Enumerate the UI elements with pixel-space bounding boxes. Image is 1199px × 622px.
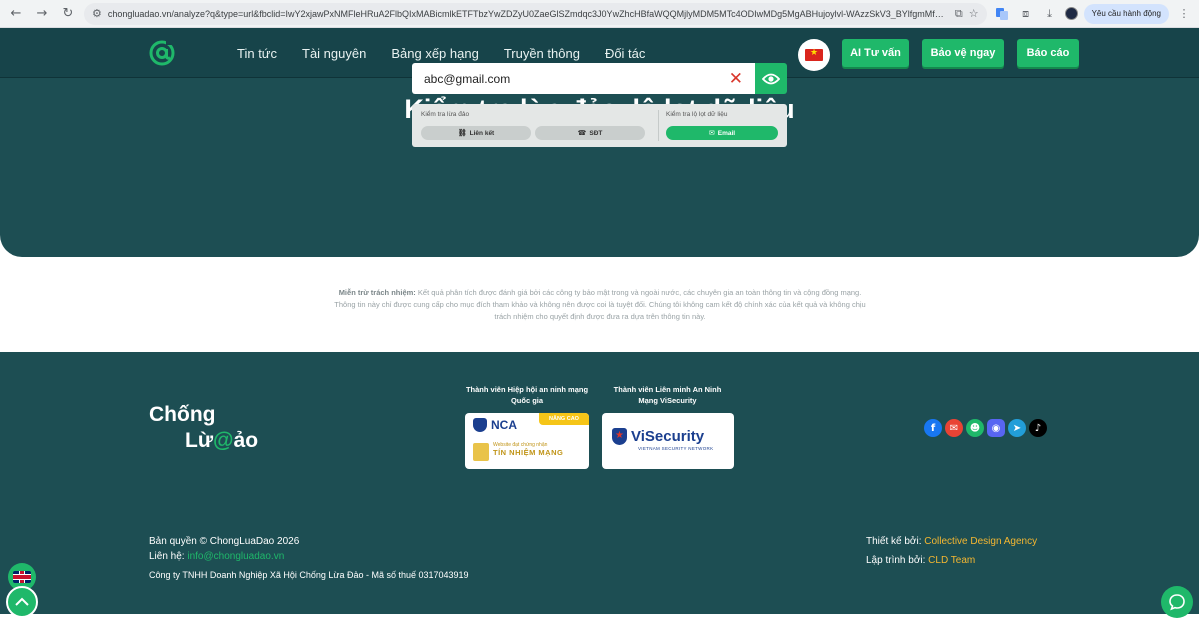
ai-advisor-button[interactable]: AI Tư vấn xyxy=(842,39,909,67)
member-visecurity-label: Thành viên Liên minh An Ninh Mạng ViSecu… xyxy=(613,385,722,405)
menu-item-partners[interactable]: Đối tác xyxy=(605,46,645,61)
dev-credit: Lập trình bởi: CLD Team xyxy=(866,555,976,566)
eye-icon xyxy=(762,73,780,84)
uk-flag-icon xyxy=(13,571,31,583)
menu-item-resources[interactable]: Tài nguyên xyxy=(302,46,366,61)
option-link-button[interactable]: ⛓ Liên kết xyxy=(421,126,531,140)
vietnam-flag-icon xyxy=(805,48,823,61)
logo-at-icon[interactable] xyxy=(149,39,177,67)
chevron-up-icon xyxy=(15,597,29,606)
chat-button[interactable] xyxy=(1161,586,1193,618)
phone-icon: ☎ xyxy=(577,129,587,137)
search-input[interactable]: abc@gmail.com ✕ xyxy=(412,63,755,94)
tiktok-icon[interactable]: ♪ xyxy=(1029,419,1047,437)
contact-line: Liên hệ: info@chongluadao.vn xyxy=(149,551,285,562)
language-switch-button[interactable] xyxy=(798,39,830,71)
main-menu: Tin tức Tài nguyên Bảng xếp hạng Truyền … xyxy=(237,46,645,61)
site-footer: Chống Lừ@ảo Thành viên Hiệp hội an ninh … xyxy=(0,352,1199,614)
download-icon[interactable]: ⤓ xyxy=(1041,5,1059,23)
check-button[interactable] xyxy=(755,63,787,94)
design-agency-link[interactable]: Collective Design Agency xyxy=(924,536,1037,547)
protect-now-button[interactable]: Bảo vệ ngay xyxy=(922,39,1004,67)
option-email-button[interactable]: ✉ Email xyxy=(666,126,778,140)
mail-icon: ✉ xyxy=(708,129,715,137)
translate-icon[interactable] xyxy=(993,5,1011,23)
nca-badge[interactable]: NÂNG CAO NCA Website đạt chứng nhận TÍN … xyxy=(465,413,589,469)
url-text: chongluadao.vn/analyze?q&type=url&fbclid… xyxy=(107,8,949,19)
email-icon[interactable]: ✉ xyxy=(945,419,963,437)
copyright-text: Bản quyền © ChongLuaDao 2026 xyxy=(149,536,300,547)
visecurity-badge[interactable]: ViSecurity VIETNAM SECURITY NETWORK xyxy=(602,413,734,469)
chat-icon xyxy=(1169,594,1185,611)
disclaimer: Miễn trừ trách nhiệm: Kết quả phân tích … xyxy=(330,287,870,323)
address-bar[interactable]: ⚙ chongluadao.vn/analyze?q&type=url&fbcl… xyxy=(84,2,987,25)
footer-logo[interactable]: Chống Lừ@ảo xyxy=(149,402,258,454)
reload-icon[interactable]: ↻ xyxy=(58,4,78,24)
option-phone-button[interactable]: ☎ SĐT xyxy=(535,126,645,140)
member-nca-label: Thành viên Hiệp hội an ninh mạng Quốc gi… xyxy=(465,385,589,405)
panel-divider xyxy=(658,110,659,141)
report-button[interactable]: Báo cáo xyxy=(1017,39,1079,67)
menu-icon[interactable]: ⋮ xyxy=(1175,5,1193,23)
leak-check-label: Kiểm tra lộ lọt dữ liệu xyxy=(666,111,728,118)
design-credit: Thiết kế bởi: Collective Design Agency xyxy=(866,536,1038,547)
group-icon[interactable]: ☻ xyxy=(966,419,984,437)
menu-item-media[interactable]: Truyền thông xyxy=(504,46,580,61)
menu-item-news[interactable]: Tin tức xyxy=(237,46,277,61)
company-text: Công ty TNHH Doanh Nghiệp Xã Hội Chống L… xyxy=(149,570,469,580)
star-icon[interactable]: ☆ xyxy=(969,7,979,20)
discord-icon[interactable]: ◉ xyxy=(987,419,1005,437)
dev-team-link[interactable]: CLD Team xyxy=(928,555,975,566)
disclaimer-label: Miễn trừ trách nhiệm: xyxy=(338,288,416,297)
social-links: f ✉ ☻ ◉ ➤ ♪ xyxy=(924,419,1047,437)
search-value: abc@gmail.com xyxy=(424,71,511,86)
close-x-icon[interactable]: ✕ xyxy=(729,69,743,89)
fraud-check-label: Kiểm tra lừa đảo xyxy=(421,111,470,118)
profile-avatar[interactable] xyxy=(1064,7,1078,20)
back-icon[interactable]: ← xyxy=(6,4,26,24)
nca-shield-icon xyxy=(473,418,487,432)
visecurity-shield-icon xyxy=(612,428,627,445)
extensions-icon[interactable]: ⧈ xyxy=(1017,5,1035,23)
forward-icon[interactable]: → xyxy=(32,4,52,24)
menu-item-ranking[interactable]: Bảng xếp hạng xyxy=(391,46,478,61)
contact-email-link[interactable]: info@chongluadao.vn xyxy=(187,551,284,562)
browser-toolbar: ← → ↻ ⚙ chongluadao.vn/analyze?q&type=ur… xyxy=(0,0,1199,28)
telegram-icon[interactable]: ➤ xyxy=(1008,419,1026,437)
install-icon[interactable]: ⧉ xyxy=(955,7,963,21)
check-type-panel: Kiểm tra lừa đảo Kiểm tra lộ lọt dữ liệu… xyxy=(412,104,787,147)
link-icon: ⛓ xyxy=(457,129,467,137)
facebook-icon[interactable]: f xyxy=(924,419,942,437)
scroll-top-button[interactable] xyxy=(6,586,38,618)
request-action-button[interactable]: Yêu cầu hành động xyxy=(1083,3,1169,24)
nca-tag: NÂNG CAO xyxy=(539,413,589,425)
site-info-icon[interactable]: ⚙ xyxy=(92,7,102,20)
